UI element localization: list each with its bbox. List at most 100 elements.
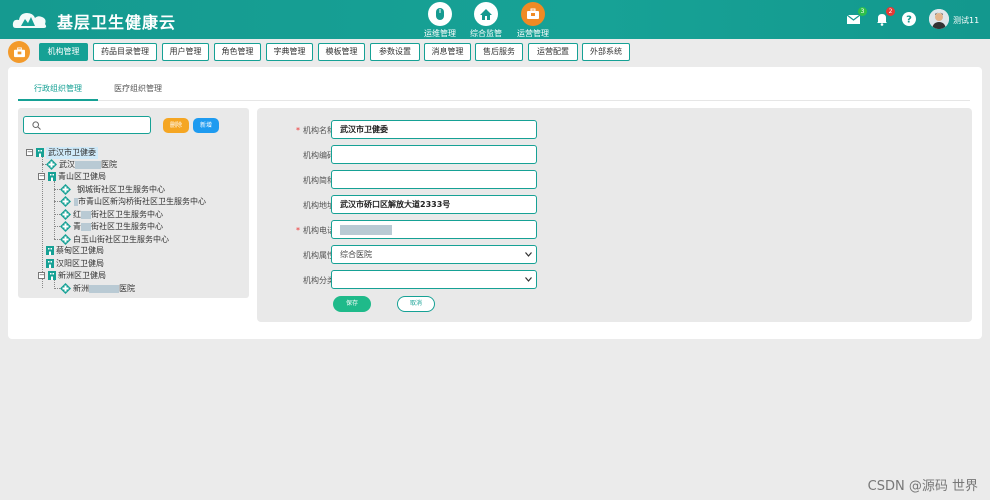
org-address-field[interactable]: 武汉市硚口区解放大道2333号 — [331, 195, 537, 214]
org-attribute-select[interactable]: 综合医院 — [331, 245, 537, 264]
collapse-toggle-icon[interactable]: − — [38, 173, 45, 180]
tree-node-label: 武汉市卫健委 — [46, 147, 98, 159]
tree-node-label: 市青山区新沟桥街社区卫生服务中心 — [78, 197, 206, 206]
tree-node-label: 蔡甸区卫健局 — [56, 246, 104, 255]
tab-divider — [18, 100, 970, 101]
notice-count-badge: 2 — [886, 7, 895, 16]
field-label-org-phone: * 机构电话 — [296, 226, 335, 235]
medical-cross-icon — [46, 159, 57, 170]
tree-node-label: 红 — [73, 210, 81, 219]
tree-node-label: 武汉 — [59, 160, 75, 169]
masked-text — [89, 284, 119, 293]
app-title: 基层卫生健康云 — [57, 13, 177, 32]
field-label-org-attribute: 机构属性 — [303, 251, 335, 260]
tab-drug-catalog[interactable]: 药品目录管理 — [93, 43, 157, 61]
svg-text:?: ? — [906, 15, 912, 26]
collapse-toggle-icon[interactable]: − — [38, 272, 45, 279]
avatar[interactable] — [929, 9, 949, 29]
tree-node-label: 新洲 — [73, 284, 89, 293]
tab-admin-org[interactable]: 行政组织管理 — [34, 83, 82, 94]
field-label-org-name: * 机构名称 — [296, 126, 335, 135]
tree-node-label: 医院 — [101, 160, 117, 169]
field-label-org-address: 机构地址 — [303, 201, 335, 210]
field-label-org-code: 机构编码 — [303, 151, 335, 160]
tree-node-label: 钢城街社区卫生服务中心 — [77, 185, 165, 194]
topnav-operations[interactable]: 运营管理 — [508, 2, 558, 39]
tab-after-sales[interactable]: 售后服务 — [475, 43, 523, 61]
tree-node-label: 医院 — [119, 284, 135, 293]
masked-text — [340, 224, 392, 235]
field-label-org-category: 机构分类 — [303, 276, 335, 285]
help-button[interactable]: ? — [901, 11, 917, 27]
tab-operations-config[interactable]: 运营配置 — [528, 43, 578, 61]
mail-count-badge: 3 — [858, 7, 867, 16]
org-detail-form: * 机构名称 武汉市卫健委 机构编码 机构简称 机构地址 武汉市硚口区解放大道23… — [257, 108, 972, 322]
tab-template-management[interactable]: 模板管理 — [318, 43, 365, 61]
tree-search-input[interactable] — [44, 119, 144, 131]
topnav-label: 综合监管 — [470, 29, 502, 38]
top-header: 基层卫生健康云 运维管理 综合监管 运营管理 3 2 ? 测试11 — [0, 0, 990, 39]
tab-user-management[interactable]: 用户管理 — [162, 43, 209, 61]
org-phone-field[interactable] — [331, 220, 537, 239]
tab-dictionary-management[interactable]: 字典管理 — [266, 43, 313, 61]
topnav-supervision[interactable]: 综合监管 — [461, 2, 511, 39]
mouse-icon — [428, 2, 452, 26]
building-icon — [46, 246, 54, 255]
chevron-down-icon — [525, 277, 532, 282]
add-button[interactable]: 新增 — [193, 118, 219, 133]
user-avatar-icon — [929, 9, 949, 29]
tab-medical-org[interactable]: 医疗组织管理 — [114, 83, 162, 94]
collapse-toggle-icon[interactable]: − — [26, 149, 33, 156]
tab-org-management[interactable]: 机构管理 — [39, 43, 88, 61]
briefcase-icon — [13, 46, 25, 57]
tree-search-box[interactable] — [23, 116, 151, 134]
medical-cross-icon — [60, 221, 71, 232]
cloud-logo-icon — [12, 13, 47, 28]
home-icon — [474, 2, 498, 26]
username[interactable]: 测试11 — [953, 15, 979, 26]
tab-parameter-settings[interactable]: 参数设置 — [370, 43, 420, 61]
mail-button[interactable]: 3 — [846, 7, 867, 27]
medical-cross-icon — [60, 196, 71, 207]
tree-node-label: 青 — [73, 222, 81, 231]
masked-text — [75, 160, 101, 169]
chevron-down-icon — [525, 252, 532, 257]
selected-value: 综合医院 — [340, 250, 372, 259]
tree-node-label: 街社区卫生服务中心 — [91, 222, 163, 231]
search-icon — [32, 121, 41, 130]
medical-cross-icon — [60, 209, 71, 220]
org-tree-panel: 删除 新增 − 武汉市卫健委 武汉 医院 − 青山区卫健局 钢城街社区卫生服务中… — [18, 108, 249, 298]
main-panel: 行政组织管理 医疗组织管理 删除 新增 − 武汉市卫健委 武汉 医院 − 青山区… — [8, 67, 982, 339]
tree-node-label: 街社区卫生服务中心 — [91, 210, 163, 219]
org-code-field[interactable] — [331, 145, 537, 164]
medical-cross-icon — [60, 184, 71, 195]
building-icon — [48, 271, 56, 280]
medical-cross-icon — [60, 234, 71, 245]
building-icon — [48, 172, 56, 181]
tab-role-management[interactable]: 角色管理 — [214, 43, 261, 61]
building-icon — [36, 148, 44, 157]
notification-button[interactable]: 2 — [874, 7, 895, 27]
medical-cross-icon — [60, 283, 71, 294]
briefcase-icon — [521, 2, 545, 26]
tab-external-systems[interactable]: 外部系统 — [582, 43, 630, 61]
topnav-label: 运营管理 — [517, 29, 549, 38]
active-tab-underline — [18, 99, 98, 101]
topnav-ops-maintenance[interactable]: 运维管理 — [415, 2, 465, 39]
watermark: CSDN @源码 世界 — [867, 479, 978, 494]
org-name-field[interactable]: 武汉市卫健委 — [331, 120, 537, 139]
org-short-name-field[interactable] — [331, 170, 537, 189]
org-category-select[interactable] — [331, 270, 537, 289]
delete-button[interactable]: 删除 — [163, 118, 189, 133]
masked-text — [81, 222, 91, 231]
tree-node-label: 青山区卫健局 — [58, 172, 106, 181]
module-home-button[interactable] — [8, 41, 30, 63]
topnav-label: 运维管理 — [424, 29, 456, 38]
tree-node-label: 新洲区卫健局 — [58, 271, 106, 280]
save-button[interactable]: 保存 — [333, 296, 371, 312]
tab-message-management[interactable]: 消息管理 — [424, 43, 471, 61]
masked-text — [81, 210, 91, 219]
cancel-button[interactable]: 取消 — [397, 296, 435, 312]
field-label-org-short-name: 机构简称 — [303, 176, 335, 185]
tree-node-label: 汉阳区卫健局 — [56, 259, 104, 268]
